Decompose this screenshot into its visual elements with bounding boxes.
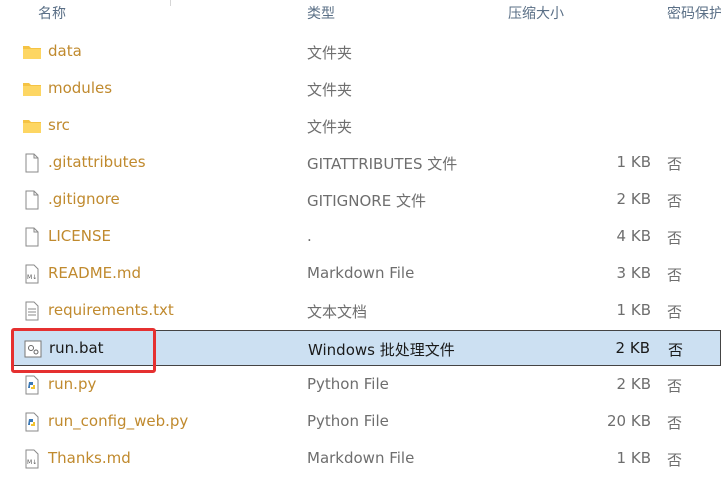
- file-type: 文本文档: [307, 303, 368, 321]
- file-password: 否: [667, 266, 683, 284]
- file-name: .gitignore: [48, 190, 120, 208]
- file-row[interactable]: run_config_web.py Python File 20 KB 否: [12, 404, 721, 440]
- file-password: 否: [667, 414, 683, 432]
- file-row[interactable]: LICENSE. 4 KB 否: [12, 219, 721, 255]
- file-password: 否: [667, 155, 683, 173]
- column-header: 名称 类型 压缩大小 密码保护: [0, 0, 721, 26]
- python-file-icon: [22, 412, 42, 432]
- file-size: 4 KB: [616, 227, 651, 245]
- file-size: 1 KB: [616, 153, 651, 171]
- python-file-icon: [22, 375, 42, 395]
- file-icon: [22, 190, 42, 210]
- file-size: 2 KB: [616, 190, 651, 208]
- file-name: Thanks.md: [48, 449, 131, 467]
- file-type: Markdown File: [307, 449, 415, 467]
- file-type: Markdown File: [307, 264, 415, 282]
- file-name: modules: [48, 79, 113, 97]
- folder-icon: [22, 42, 42, 62]
- file-type: .: [307, 227, 312, 245]
- file-row[interactable]: M↓ Thanks.md Markdown File 1 KB 否: [12, 441, 721, 477]
- file-name: requirements.txt: [48, 301, 174, 319]
- file-type: Python File: [307, 412, 389, 430]
- file-password: 否: [667, 303, 683, 321]
- file-row[interactable]: modules 文件夹: [12, 71, 721, 107]
- file-size: 1 KB: [616, 301, 651, 319]
- file-password: 否: [667, 377, 683, 395]
- file-size: 3 KB: [616, 264, 651, 282]
- file-name: LICENSE: [48, 227, 111, 245]
- file-icon: [22, 227, 42, 247]
- column-password-header[interactable]: 密码保护: [667, 3, 721, 23]
- text-file-icon: [22, 301, 42, 321]
- svg-text:M↓: M↓: [27, 274, 37, 281]
- column-type-header[interactable]: 类型: [307, 3, 335, 23]
- markdown-file-icon: M↓: [22, 449, 42, 469]
- svg-text:M↓: M↓: [27, 459, 37, 466]
- file-name: run.py: [48, 375, 97, 393]
- file-row-selected[interactable]: run.bat Windows 批处理文件 2 KB 否: [12, 330, 721, 366]
- file-row[interactable]: M↓ README.md Markdown File 3 KB 否: [12, 256, 721, 292]
- file-password: 否: [668, 341, 684, 359]
- file-password: 否: [667, 229, 683, 247]
- file-name: README.md: [48, 264, 142, 282]
- file-type: 文件夹: [307, 44, 353, 62]
- file-row[interactable]: src 文件夹: [12, 108, 721, 144]
- file-type: Python File: [307, 375, 389, 393]
- file-size: 20 KB: [607, 412, 651, 430]
- file-type: GITIGNORE 文件: [307, 192, 426, 210]
- file-password: 否: [667, 192, 683, 210]
- file-type: 文件夹: [307, 81, 353, 99]
- column-divider: [170, 0, 171, 6]
- file-row[interactable]: .gitignore GITIGNORE 文件 2 KB 否: [12, 182, 721, 218]
- column-name-header[interactable]: 名称: [38, 3, 66, 23]
- file-size: 2 KB: [615, 339, 650, 357]
- file-name: .gitattributes: [48, 153, 146, 171]
- file-row[interactable]: run.py Python File 2 KB 否: [12, 367, 721, 403]
- file-row[interactable]: .gitattributes GITATTRIBUTES 文件 1 KB 否: [12, 145, 721, 181]
- file-name: src: [48, 116, 70, 134]
- file-row[interactable]: data 文件夹: [12, 34, 721, 70]
- folder-icon: [22, 79, 42, 99]
- file-name: run.bat: [49, 339, 104, 357]
- file-size: 2 KB: [616, 375, 651, 393]
- file-type: 文件夹: [307, 118, 353, 136]
- file-name: data: [48, 42, 82, 60]
- file-type: GITATTRIBUTES 文件: [307, 155, 458, 173]
- markdown-file-icon: M↓: [22, 264, 42, 284]
- file-row[interactable]: requirements.txt 文本文档 1 KB 否: [12, 293, 721, 329]
- file-icon: [22, 153, 42, 173]
- file-size: 1 KB: [616, 449, 651, 467]
- column-size-header[interactable]: 压缩大小: [508, 3, 564, 23]
- folder-icon: [22, 116, 42, 136]
- batch-file-icon: [23, 339, 43, 359]
- file-type: Windows 批处理文件: [308, 341, 455, 359]
- file-name: run_config_web.py: [48, 412, 189, 430]
- file-password: 否: [667, 451, 683, 469]
